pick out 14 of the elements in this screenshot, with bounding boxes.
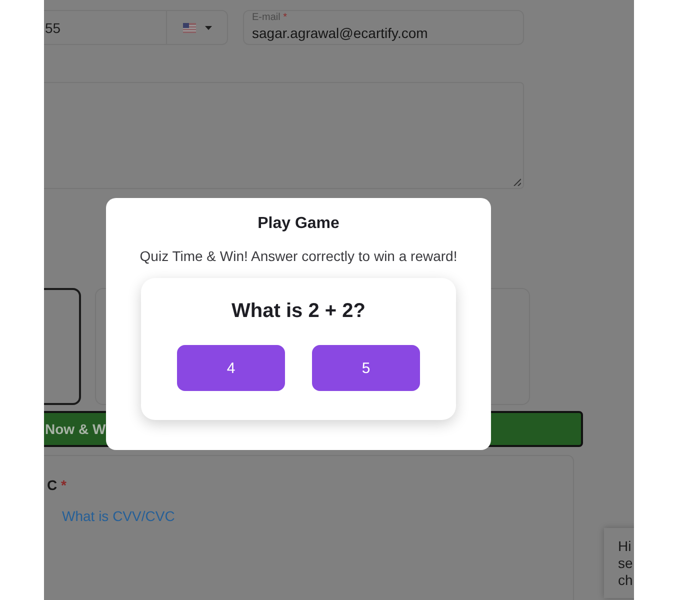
chat-text: ch xyxy=(618,572,634,589)
answer-button[interactable]: 5 xyxy=(312,345,420,391)
cvv-label: C * xyxy=(47,477,68,493)
chat-bubble[interactable]: Hi se ch xyxy=(604,528,634,598)
answer-button[interactable]: 4 xyxy=(177,345,285,391)
phone-field[interactable]: 55 xyxy=(44,10,228,45)
caret-icon xyxy=(204,26,212,30)
quiz-question: What is 2 + 2? xyxy=(230,300,366,323)
chat-text: se xyxy=(618,555,634,572)
chat-text: Hi xyxy=(618,538,632,555)
dialog-subtitle: Quiz Time & Win! Answer correctly to win a reward! xyxy=(138,248,458,264)
flag-icon xyxy=(182,22,196,32)
dialog-title: Play Game xyxy=(256,215,340,233)
resize-grip-icon xyxy=(513,178,521,186)
